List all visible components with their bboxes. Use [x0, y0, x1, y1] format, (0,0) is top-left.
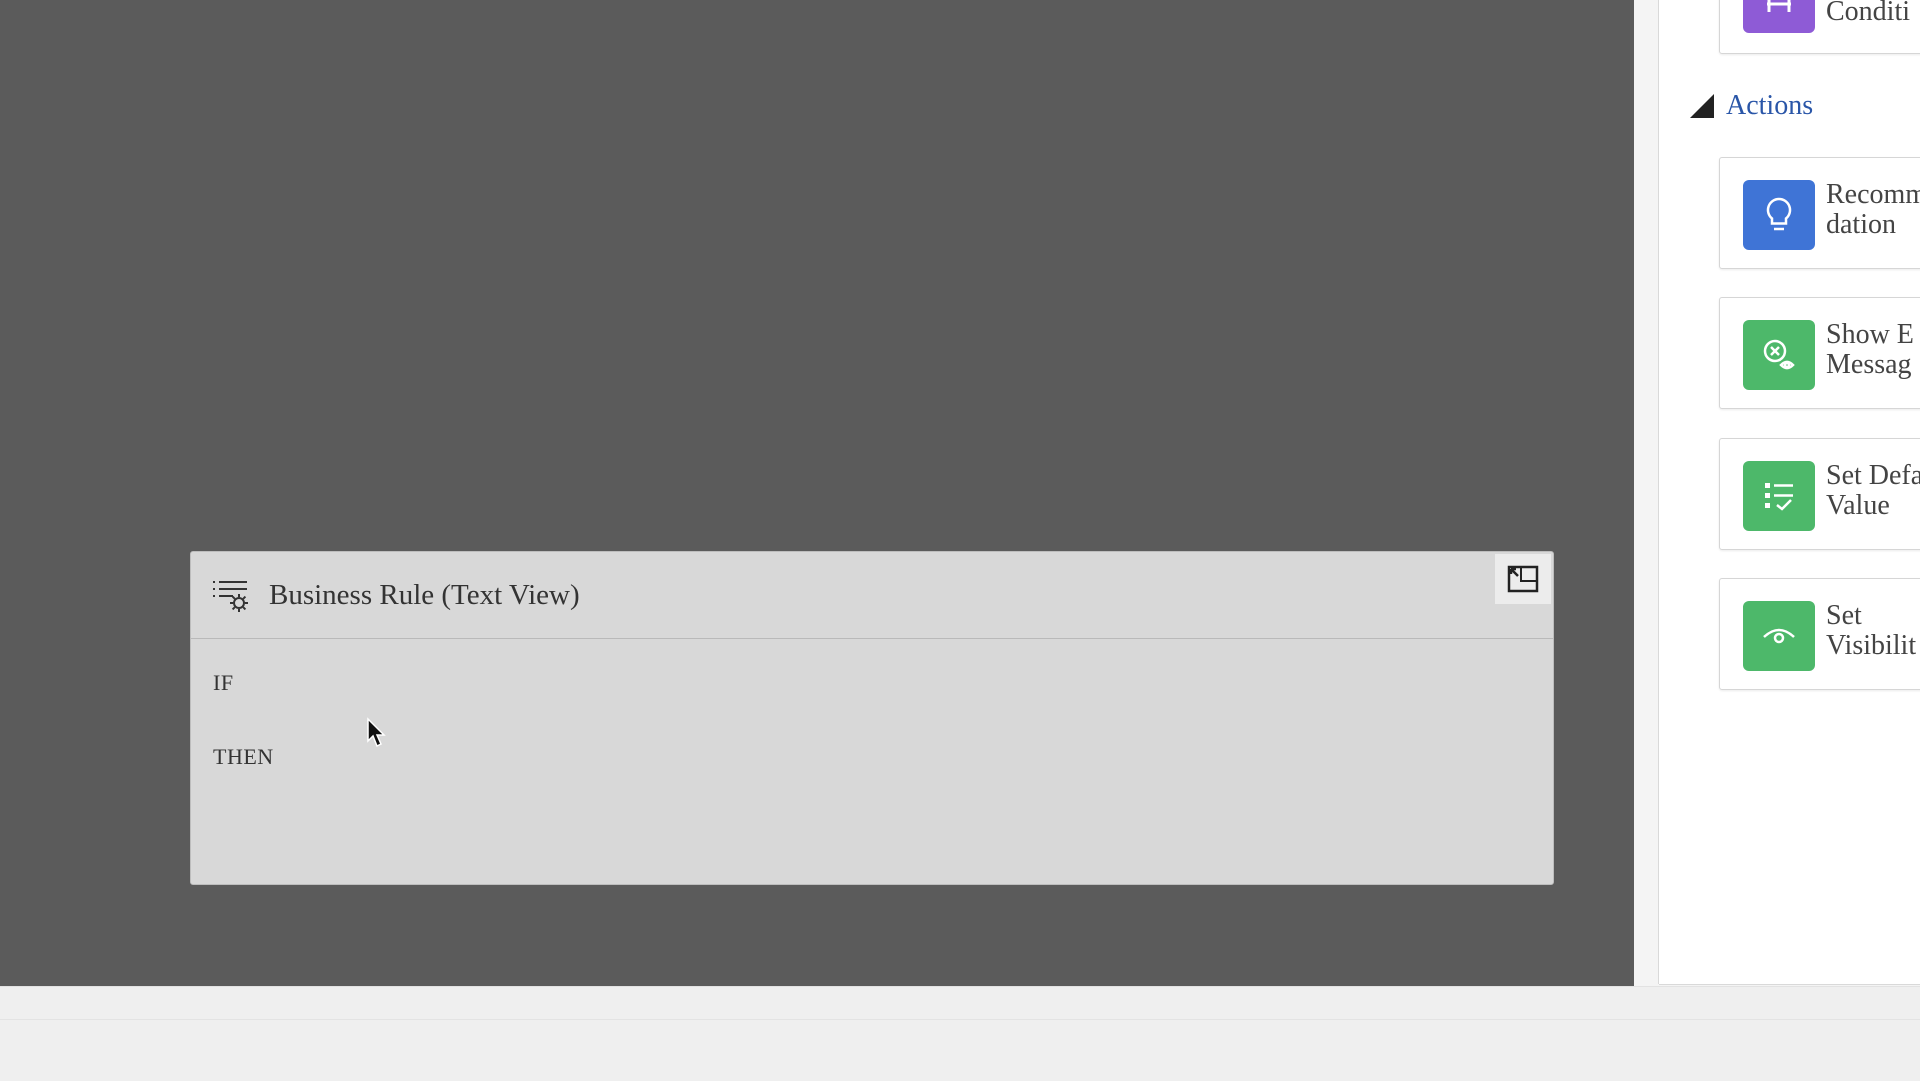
then-label: THEN: [213, 744, 274, 769]
error-message-icon: [1743, 320, 1815, 390]
rule-panel-header: Business Rule (Text View): [191, 552, 1553, 639]
if-label: IF: [213, 670, 234, 695]
tile-label: Set Defa Value: [1826, 461, 1920, 521]
business-rule-text-view-panel: Business Rule (Text View) IF THEN: [190, 551, 1554, 885]
actions-section-header[interactable]: Actions: [1690, 90, 1813, 122]
mouse-pointer-icon: [367, 717, 386, 748]
condition-icon: [1743, 0, 1815, 33]
tile-label: Recomm dation: [1826, 180, 1920, 240]
actions-header-label: Actions: [1726, 90, 1814, 121]
lightbulb-icon: [1743, 180, 1815, 250]
rule-settings-icon: [211, 575, 251, 615]
rule-panel-title: Business Rule (Text View): [269, 578, 580, 611]
component-tile-show-error-message[interactable]: Show E Messag: [1719, 297, 1920, 409]
default-value-icon: [1743, 461, 1815, 531]
bottom-status-bar: [0, 986, 1920, 1081]
tile-label: Set Visibilit: [1826, 601, 1917, 661]
tile-label: Show E Messag: [1826, 320, 1914, 380]
component-tile-recommendation[interactable]: Recomm dation: [1719, 157, 1920, 269]
expand-button[interactable]: [1495, 554, 1551, 604]
visibility-eye-icon: [1743, 601, 1815, 671]
component-tile-set-visibility[interactable]: Set Visibilit: [1719, 578, 1920, 690]
rule-panel-body: IF THEN: [191, 639, 1553, 771]
expand-icon: [1507, 565, 1539, 593]
collapse-triangle-icon: [1690, 94, 1714, 118]
tile-label: Conditi: [1826, 0, 1911, 27]
component-tile-set-default-value[interactable]: Set Defa Value: [1719, 438, 1920, 550]
component-tile-condition[interactable]: Conditi: [1719, 0, 1920, 54]
